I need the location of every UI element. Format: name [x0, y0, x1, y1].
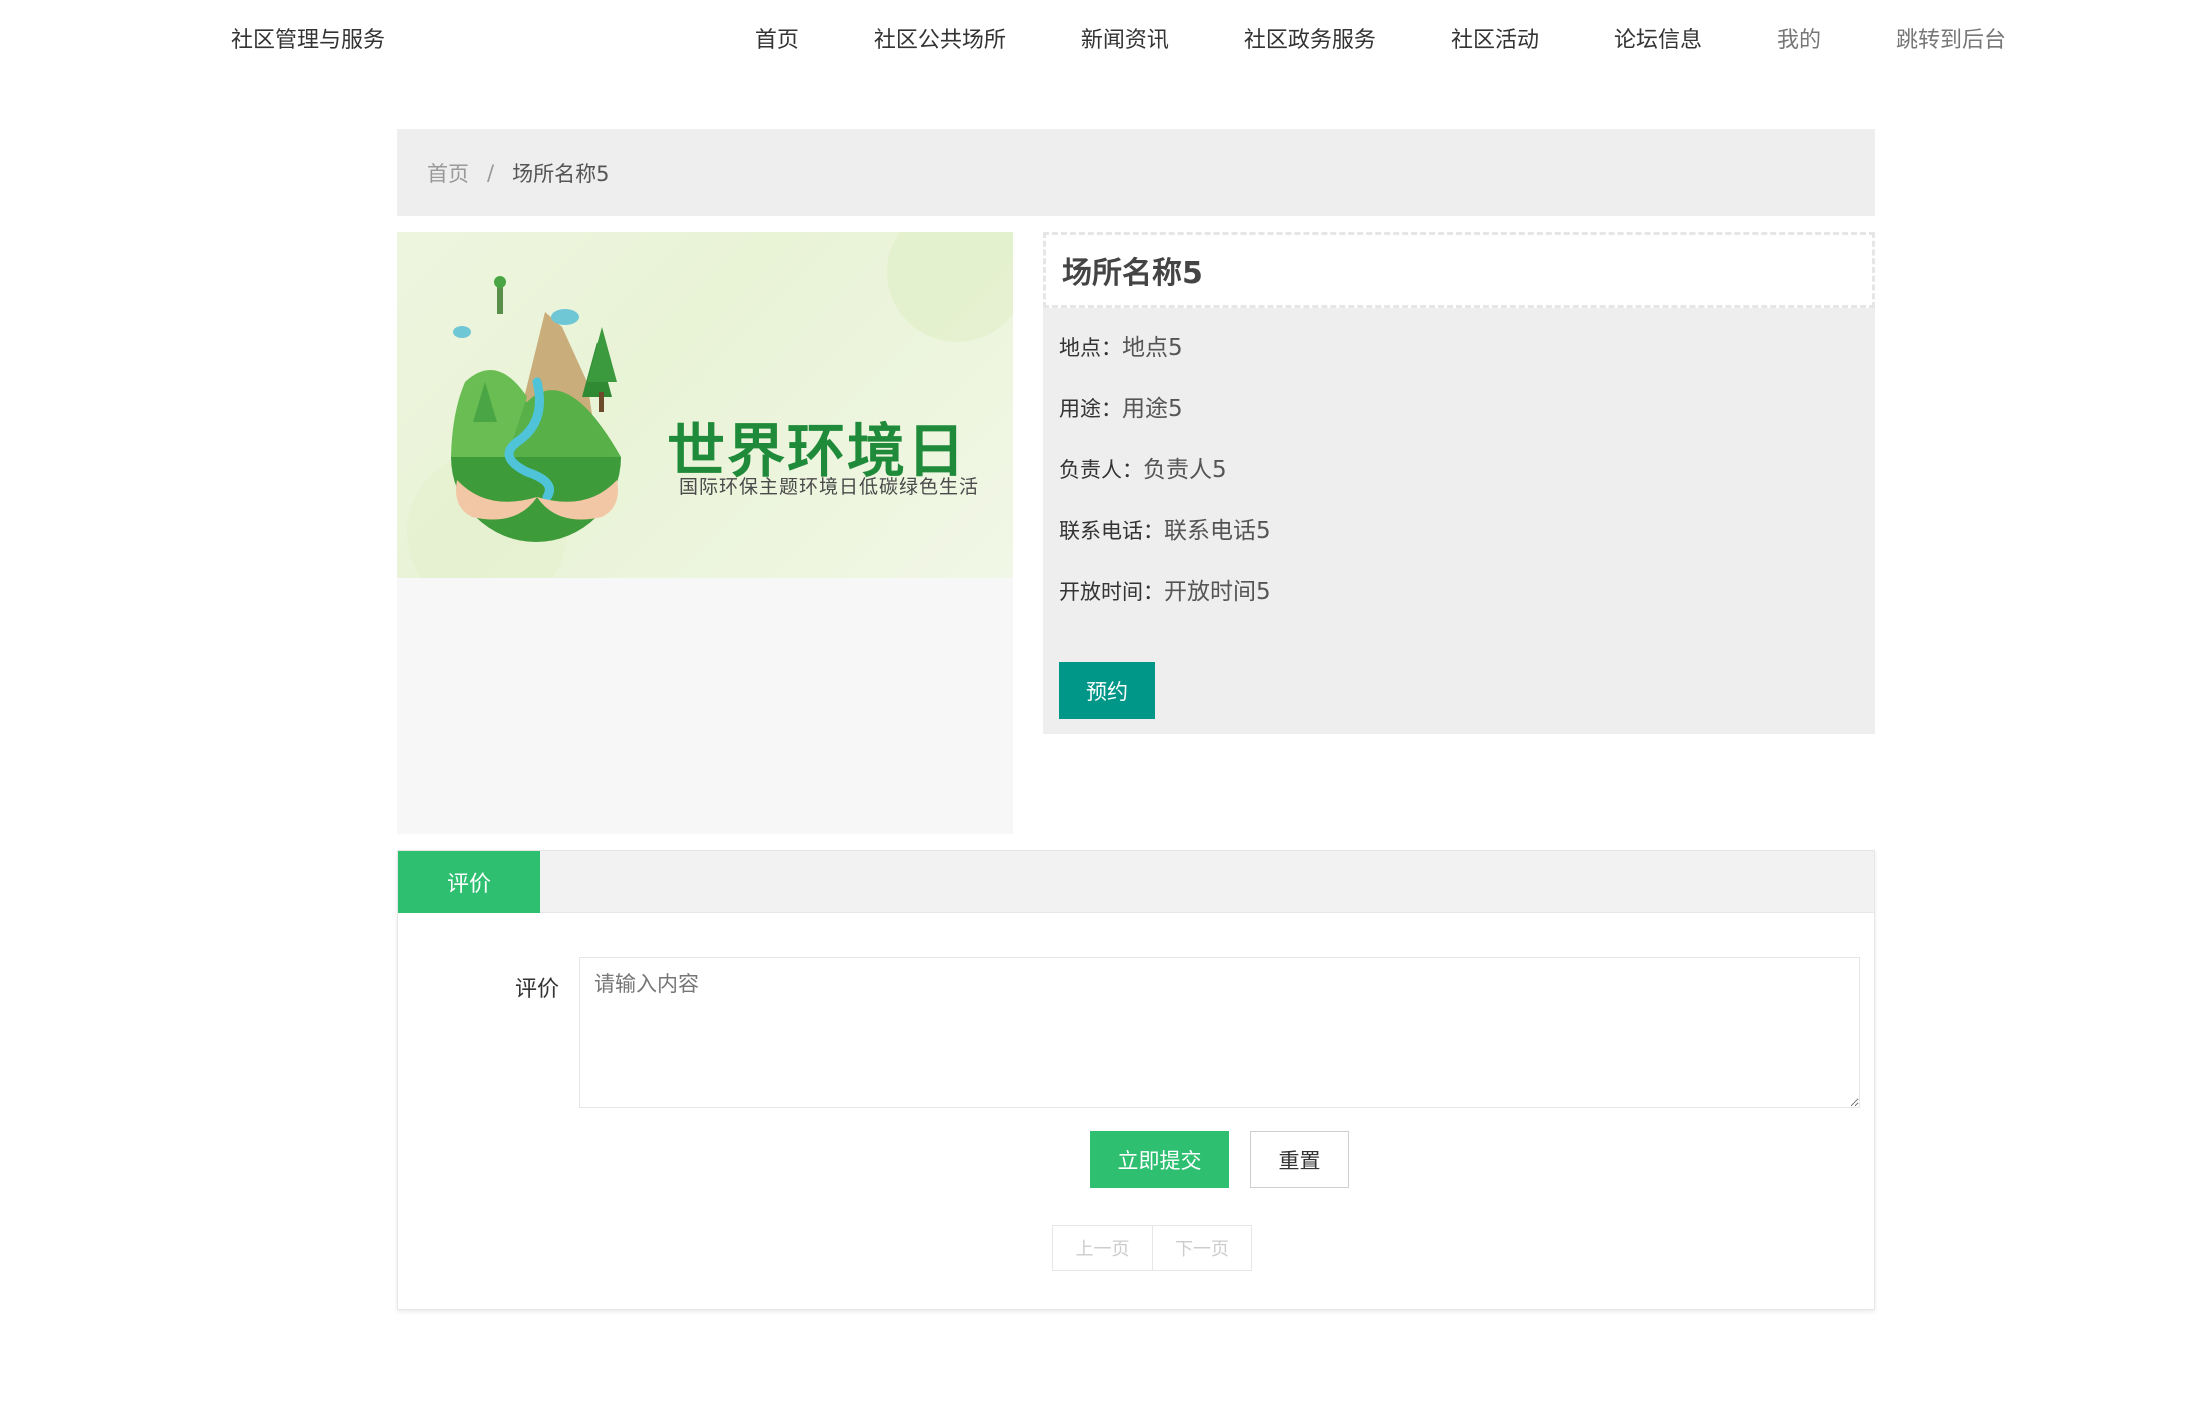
nav-news[interactable]: 新闻资讯: [1081, 22, 1169, 54]
breadcrumb-separator: /: [487, 160, 495, 185]
info-row-manager: 负责人：负责人5: [1059, 450, 1227, 484]
info-label-location: 地点：: [1059, 336, 1122, 360]
info-value-purpose: 用途5: [1122, 396, 1183, 422]
info-value-hours: 开放时间5: [1164, 579, 1271, 605]
info-label-phone: 联系电话：: [1059, 519, 1164, 543]
banner-subtitle: 国际环保主题环境日低碳绿色生活: [679, 476, 980, 498]
pagination: 上一页 下一页: [1052, 1225, 1252, 1271]
next-page-button[interactable]: 下一页: [1152, 1226, 1251, 1270]
info-row-phone: 联系电话：联系电话5: [1059, 511, 1271, 545]
place-image-frame: 世界环境日 国际环保主题环境日低碳绿色生活: [397, 232, 1013, 834]
info-row-hours: 开放时间：开放时间5: [1059, 572, 1271, 606]
nav-home[interactable]: 首页: [755, 22, 799, 54]
nav-government-services[interactable]: 社区政务服务: [1244, 22, 1376, 54]
info-value-phone: 联系电话5: [1164, 518, 1271, 544]
info-row-location: 地点：地点5: [1059, 328, 1183, 362]
site-brand[interactable]: 社区管理与服务: [231, 22, 385, 54]
info-value-location: 地点5: [1122, 335, 1183, 361]
nav-activities[interactable]: 社区活动: [1451, 22, 1539, 54]
review-input[interactable]: [579, 957, 1860, 1108]
reset-button[interactable]: 重置: [1250, 1131, 1349, 1188]
info-label-hours: 开放时间：: [1059, 580, 1164, 604]
review-field-label: 评价: [515, 977, 560, 1002]
info-label-manager: 负责人：: [1059, 458, 1143, 482]
nav-mine[interactable]: 我的: [1777, 22, 1821, 54]
top-navbar: 社区管理与服务 首页 社区公共场所 新闻资讯 社区政务服务 社区活动 论坛信息 …: [0, 0, 2186, 78]
breadcrumb: 首页 / 场所名称5: [397, 129, 1875, 216]
main-nav: 首页 社区公共场所 新闻资讯 社区政务服务 社区活动 论坛信息 我的 跳转到后台: [680, 22, 2006, 54]
info-label-purpose: 用途：: [1059, 397, 1122, 421]
review-tabbar: 评价: [398, 851, 1874, 913]
review-card: 评价 评价 立即提交 重置 上一页 下一页: [397, 850, 1875, 1310]
submit-button[interactable]: 立即提交: [1090, 1131, 1229, 1188]
nav-public-places[interactable]: 社区公共场所: [874, 22, 1006, 54]
place-banner-image: 世界环境日 国际环保主题环境日低碳绿色生活: [397, 232, 1013, 578]
place-title: 场所名称5: [1043, 232, 1875, 308]
breadcrumb-home[interactable]: 首页: [427, 158, 469, 188]
tab-review[interactable]: 评价: [398, 851, 540, 913]
info-row-purpose: 用途：用途5: [1059, 389, 1183, 423]
nav-admin[interactable]: 跳转到后台: [1896, 22, 2006, 54]
info-value-manager: 负责人5: [1143, 457, 1227, 483]
nav-forum[interactable]: 论坛信息: [1614, 22, 1702, 54]
prev-page-button[interactable]: 上一页: [1053, 1226, 1152, 1270]
place-info-panel: 场所名称5 地点：地点5 用途：用途5 负责人：负责人5 联系电话：联系电话5 …: [1043, 232, 1875, 734]
book-button[interactable]: 预约: [1059, 662, 1155, 719]
breadcrumb-current: 场所名称5: [512, 161, 610, 186]
